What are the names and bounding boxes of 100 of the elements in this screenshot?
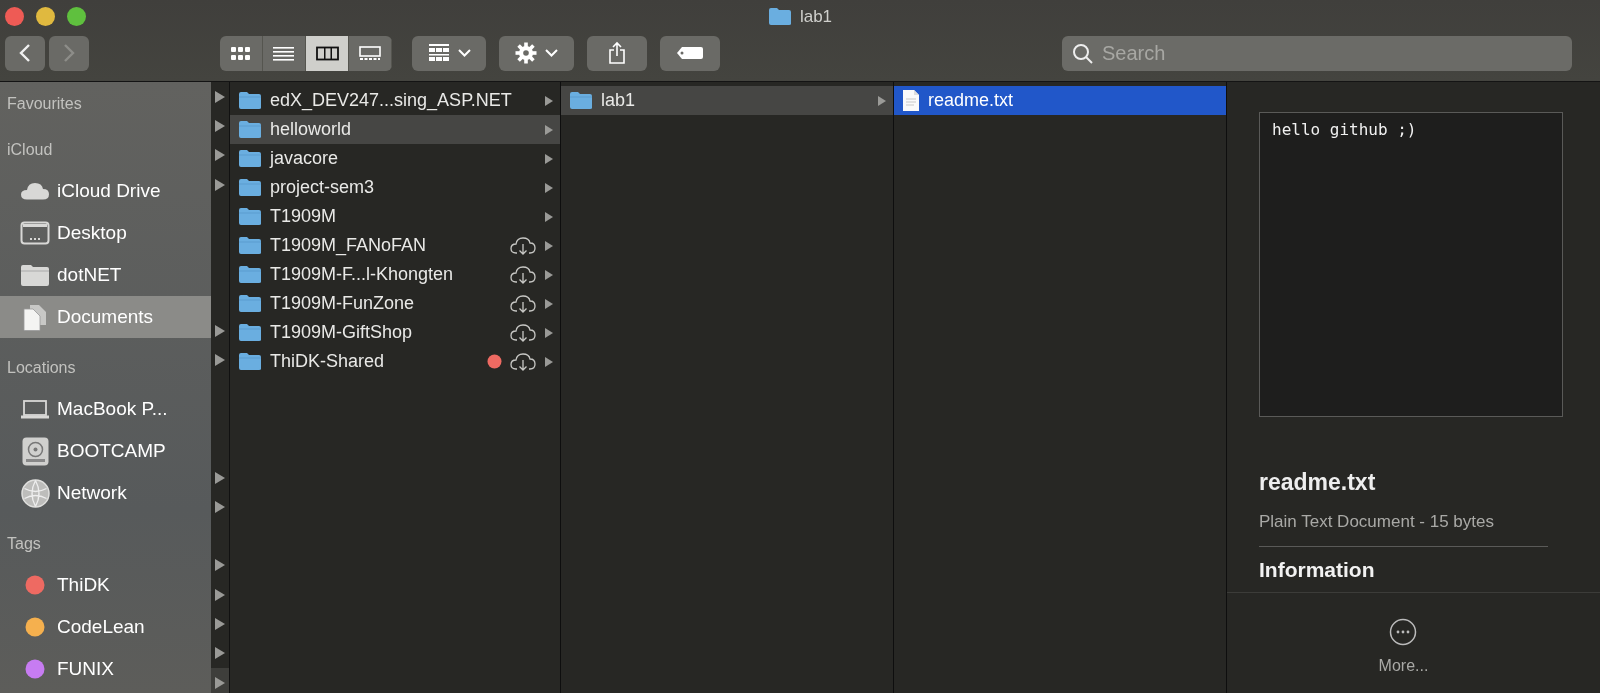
more-button[interactable]: More... <box>1378 617 1429 678</box>
sidebar-item[interactable]: dotNET <box>0 254 211 296</box>
folder-row[interactable]: javacore <box>230 144 560 173</box>
icon-view-button[interactable] <box>220 35 263 71</box>
disclosure-triangle-icon <box>214 353 226 368</box>
folder-icon <box>238 178 262 197</box>
disclosure-triangle-icon <box>214 675 226 690</box>
sidebar-tag[interactable]: ThiDK <box>0 564 211 606</box>
cloud-icon <box>20 182 50 200</box>
ellipsis-icon <box>1389 617 1418 646</box>
folder-row[interactable]: T1909M-GiftShop <box>230 318 560 347</box>
sidebar-item[interactable]: Network <box>0 472 211 514</box>
folder-icon <box>238 352 262 371</box>
disclosure-triangle-icon <box>544 123 554 136</box>
partial-row[interactable] <box>211 667 229 693</box>
disclosure-triangle-icon <box>544 268 554 281</box>
disclosure-triangle-icon <box>544 297 554 310</box>
folder-row[interactable]: T1909M-FunZone <box>230 289 560 318</box>
share-icon <box>608 41 626 65</box>
minimize-button[interactable] <box>36 6 55 26</box>
text-preview: hello github ;) <box>1259 112 1563 417</box>
folder-icon <box>238 207 262 226</box>
folder-icon <box>767 7 792 27</box>
window-title: lab1 <box>799 6 833 28</box>
disclosure-triangle-icon <box>544 181 554 194</box>
disclosure-triangle-icon <box>544 94 554 107</box>
disclosure-triangle-icon <box>214 148 226 163</box>
group-button[interactable] <box>412 35 486 71</box>
column-view-button[interactable] <box>306 35 349 71</box>
file-name: readme.txt <box>1259 468 1377 497</box>
close-button[interactable] <box>5 6 24 26</box>
tag-button[interactable] <box>660 35 720 71</box>
chevron-right-icon <box>63 43 75 63</box>
search-field[interactable]: Search <box>1062 35 1572 71</box>
sidebar-item[interactable]: MacBook P... <box>0 388 211 430</box>
disclosure-triangle-icon <box>214 499 226 514</box>
disclosure-triangle-icon <box>544 355 554 368</box>
disclosure-triangle-icon <box>544 152 554 165</box>
back-button[interactable] <box>5 35 45 71</box>
folder-icon <box>238 149 262 168</box>
folder-icon <box>238 265 262 284</box>
columns-icon <box>315 45 339 61</box>
folder-icon <box>238 294 262 313</box>
gallery-view-button[interactable] <box>349 35 392 71</box>
desktop-icon <box>20 221 50 245</box>
folder-row[interactable]: T1909M-F...l-Khongten <box>230 260 560 289</box>
folder-icon <box>238 91 262 110</box>
list-icon <box>272 45 296 61</box>
disclosure-triangle-icon <box>214 587 226 602</box>
file-type: Plain Text Document - 15 bytes <box>1259 510 1495 533</box>
list-view-button[interactable] <box>263 35 306 71</box>
folder-row[interactable]: edX_DEV247...sing_ASP.NET <box>230 86 560 115</box>
disclosure-triangle-icon <box>214 646 226 661</box>
disclosure-triangle-icon <box>214 470 226 485</box>
section-header: Favourites <box>7 94 82 114</box>
folder-row[interactable]: ThiDK-Shared <box>230 347 560 376</box>
caret-icon <box>457 49 471 57</box>
caret-icon <box>545 49 558 57</box>
disclosure-triangle-icon <box>544 239 554 252</box>
folder-row[interactable]: lab1 <box>561 86 893 115</box>
chevron-left-icon <box>19 43 31 63</box>
folder-icon <box>569 91 593 110</box>
grid-icon <box>427 43 450 63</box>
action-button[interactable] <box>499 35 574 71</box>
globe-icon <box>20 478 50 508</box>
document-icon <box>902 89 920 112</box>
folder-icon <box>238 323 262 342</box>
section-header: iCloud <box>7 140 53 160</box>
section-title: Information <box>1259 557 1376 583</box>
sidebar-item[interactable]: Desktop <box>0 212 211 254</box>
disclosure-triangle-icon <box>544 326 554 339</box>
share-button[interactable] <box>587 35 647 71</box>
zoom-button[interactable] <box>67 6 86 26</box>
file-row[interactable]: readme.txt <box>894 86 1226 115</box>
gallery-icon <box>358 45 382 61</box>
folder-row[interactable]: T1909M <box>230 202 560 231</box>
search-icon <box>1072 42 1094 65</box>
disclosure-triangle-icon <box>544 210 554 223</box>
disclosure-triangle-icon <box>214 324 226 338</box>
sidebar-tag[interactable]: CodeLean <box>0 606 211 648</box>
documents-icon <box>23 303 47 331</box>
section-header: Tags <box>7 534 41 554</box>
grid-icon <box>229 45 253 61</box>
folder-icon <box>20 264 50 286</box>
sidebar-tag[interactable]: FUNIX <box>0 648 211 690</box>
folder-row[interactable]: project-sem3 <box>230 173 560 202</box>
sidebar-item[interactable]: BOOTCAMP <box>0 430 211 472</box>
laptop-icon <box>20 399 50 419</box>
section-header: Locations <box>7 358 76 378</box>
folder-icon <box>238 120 262 139</box>
disclosure-triangle-icon <box>214 558 226 573</box>
disclosure-triangle-icon <box>214 177 226 192</box>
disclosure-triangle-icon <box>214 118 226 133</box>
folder-row[interactable]: helloworld <box>230 115 560 144</box>
tag-icon <box>676 46 704 60</box>
sidebar-item[interactable]: iCloud Drive <box>0 170 211 212</box>
folder-icon <box>238 236 262 255</box>
folder-row[interactable]: T1909M_FANoFAN <box>230 231 560 260</box>
disclosure-triangle-icon <box>877 94 887 107</box>
disclosure-triangle-icon <box>214 89 226 104</box>
